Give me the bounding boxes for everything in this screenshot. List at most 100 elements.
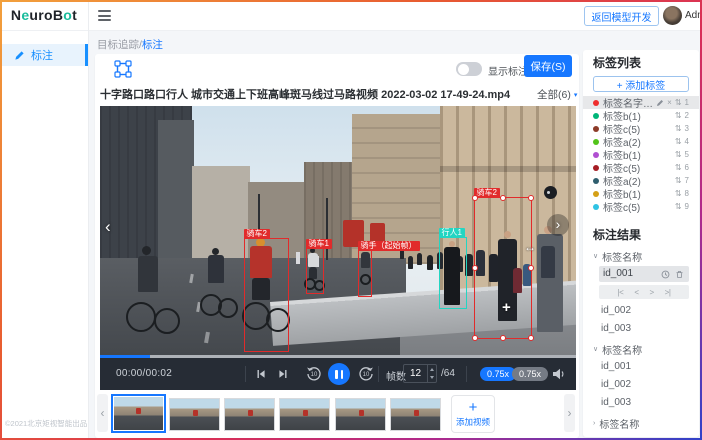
filmstrip-right-arrow[interactable]: › [564, 394, 575, 432]
result-item[interactable]: id_002 [601, 379, 689, 391]
speed-pill[interactable]: 0.75x [512, 367, 548, 381]
prev-frame-button[interactable] [256, 369, 266, 382]
video-canvas[interactable]: 骑车2 骑车1 骑手（起始帧） 行人1 骑车2 + ↔ ‹ › [100, 106, 576, 355]
brand-logo: NeuroBot [0, 0, 88, 31]
pause-button[interactable] [328, 363, 350, 385]
divider [466, 366, 467, 382]
scene-cyclist [126, 246, 186, 354]
annotation-box[interactable]: 行人1 [439, 237, 467, 309]
resize-handle[interactable] [500, 195, 506, 201]
delete-icon[interactable]: × [667, 98, 672, 107]
menu-collapse-icon[interactable] [98, 10, 111, 21]
prev-video-arrow[interactable]: ‹ [105, 218, 111, 236]
tag-list: 标签名字最长数... × ⇅ 1 标签b(1)⇅2 标签c(5)⇅3 标签a(2… [593, 96, 689, 213]
resize-handle[interactable] [500, 335, 506, 341]
annotation-box[interactable]: 骑手（起始帧） [358, 250, 372, 297]
result-item[interactable]: id_003 [601, 397, 689, 409]
show-annotation-label: 显示标注 [488, 63, 528, 78]
result-group-header[interactable]: ∨标签名称 [593, 250, 689, 262]
resize-handle[interactable] [528, 195, 534, 201]
sort-icon[interactable]: ⇅ [675, 98, 682, 107]
add-video-button[interactable]: + 添加视频 [451, 395, 495, 433]
edit-icon[interactable] [656, 99, 664, 107]
video-thumbnail[interactable] [169, 398, 220, 431]
volume-icon[interactable] [552, 368, 565, 383]
resize-handle[interactable] [472, 265, 478, 271]
time-display: 00:00/00:02 [116, 368, 172, 379]
sort-icon[interactable]: ⇅ [675, 189, 682, 198]
result-item[interactable]: id_002 [601, 305, 689, 317]
group-label: 标签名称 [599, 416, 639, 431]
last-frame-button[interactable]: >| [665, 288, 671, 297]
result-item[interactable]: id_001 [601, 361, 689, 373]
first-frame-button[interactable]: |< [618, 288, 624, 297]
resize-handle[interactable] [472, 195, 478, 201]
tag-order: 3 [685, 124, 689, 133]
resize-cursor-icon: ↔ [524, 240, 536, 254]
next-frame-button[interactable] [278, 369, 288, 382]
sort-icon[interactable]: ⇅ [675, 137, 682, 146]
frame-stepper[interactable] [427, 365, 436, 382]
annotation-label: 骑车1 [306, 239, 332, 249]
tag-color-dot [593, 178, 599, 184]
filter-label: 全部(6) [537, 87, 571, 102]
annotation-label: 骑手（起始帧） [358, 241, 420, 251]
annotation-box[interactable]: 骑车2 [244, 238, 289, 352]
next-video-arrow[interactable]: › [547, 214, 569, 236]
scene-person-vest [541, 246, 555, 278]
active-indicator [85, 44, 88, 66]
result-group-header[interactable]: ∨标签名称 [593, 343, 689, 355]
group-label: 标签名称 [602, 249, 642, 264]
resize-handle[interactable] [528, 265, 534, 271]
tag-color-dot [593, 100, 599, 106]
filmstrip-left-arrow[interactable]: ‹ [97, 394, 108, 432]
back-to-model-dev-button[interactable]: 返回模型开发 [584, 6, 659, 26]
resize-handle[interactable] [472, 335, 478, 341]
player-controls: 00:00/00:02 10 10 帧数 /64 0.75x 0.75x [100, 358, 576, 390]
video-thumbnail[interactable] [335, 398, 386, 431]
breadcrumb-current[interactable]: 标注 [142, 39, 163, 51]
avatar[interactable] [663, 6, 682, 25]
video-thumbnail[interactable] [224, 398, 275, 431]
video-thumbnail-selected[interactable] [111, 394, 166, 433]
video-title: 十字路口路口行人 城市交通上下班高峰斑马线过马路视频 2022-03-02 17… [100, 86, 520, 102]
next-frame-nav-button[interactable]: > [650, 288, 654, 297]
sort-icon[interactable]: ⇅ [675, 124, 682, 133]
tag-order: 6 [685, 163, 689, 172]
prev-frame-nav-button[interactable]: < [634, 288, 638, 297]
result-item-selected[interactable]: id_001 [599, 266, 689, 282]
rewind-10-button[interactable]: 10 [306, 366, 322, 382]
user-menu[interactable]: Admin▾ [685, 10, 702, 21]
plus-icon: + [469, 401, 478, 415]
keyframe-dot-icon [544, 186, 557, 199]
result-group-header-collapsed[interactable]: ›标签名称 [593, 417, 689, 429]
breadcrumb: 目标追踪/标注 [97, 37, 163, 52]
sidebar-item-annotate[interactable]: 标注 [0, 44, 88, 66]
brand-accent: o [63, 7, 72, 23]
breadcrumb-parent[interactable]: 目标追踪 [97, 39, 139, 51]
video-thumbnail[interactable] [279, 398, 330, 431]
sort-icon[interactable]: ⇅ [675, 111, 682, 120]
scene-person [417, 253, 422, 265]
trash-icon[interactable] [675, 270, 684, 279]
resize-handle[interactable] [528, 335, 534, 341]
tag-order: 5 [685, 150, 689, 159]
sort-icon[interactable]: ⇅ [675, 163, 682, 172]
show-annotation-toggle[interactable] [456, 62, 482, 76]
forward-10-button[interactable]: 10 [358, 366, 374, 382]
filter-dropdown[interactable]: 全部(6)▾ [537, 87, 577, 102]
history-icon[interactable] [661, 270, 670, 279]
tag-row[interactable]: 标签c(5)⇅9 [593, 200, 689, 213]
sort-icon[interactable]: ⇅ [675, 150, 682, 159]
save-button[interactable]: 保存(S) [524, 55, 572, 77]
annotation-box[interactable]: 骑车1 [306, 248, 324, 294]
sort-icon[interactable]: ⇅ [675, 176, 682, 185]
annotation-box-selected[interactable]: 骑车2 [474, 197, 532, 339]
video-thumbnail[interactable] [390, 398, 441, 431]
add-tag-button[interactable]: + 添加标签 [593, 76, 689, 92]
sort-icon[interactable]: ⇅ [675, 202, 682, 211]
bounding-box-tool-icon[interactable] [114, 60, 132, 78]
speed-pill-active[interactable]: 0.75x [480, 367, 516, 381]
result-item[interactable]: id_003 [601, 323, 689, 335]
toggle-knob [458, 64, 469, 75]
